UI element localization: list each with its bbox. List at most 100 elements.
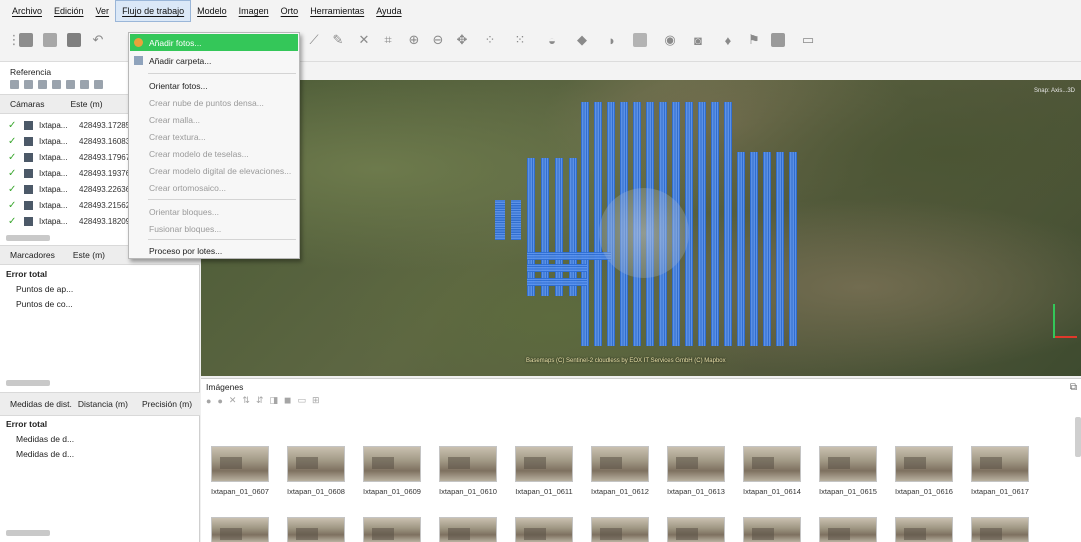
precision-column[interactable]: Precisión (m): [128, 399, 192, 409]
image-thumbnail[interactable]: [591, 517, 649, 542]
image-thumbnail[interactable]: [363, 517, 421, 542]
image-thumbnail[interactable]: [819, 446, 877, 482]
grid-icon[interactable]: ⊞: [312, 395, 320, 406]
settings-icon[interactable]: [94, 80, 103, 89]
points-view-icon[interactable]: ⁘: [482, 32, 498, 48]
image-thumbnail[interactable]: [895, 517, 953, 542]
undo-icon[interactable]: ↶: [90, 32, 106, 48]
menu-ayuda[interactable]: Ayuda: [370, 0, 407, 22]
menu-item-orientar-bloques[interactable]: Orientar bloques...: [130, 203, 298, 220]
optimize-icon[interactable]: [52, 80, 61, 89]
menu-item-proceso-por-lotes[interactable]: Proceso por lotes...: [130, 242, 298, 259]
image-thumbnail[interactable]: [515, 446, 573, 482]
restore-panel-icon[interactable]: ⧉: [1070, 382, 1077, 393]
images-scrollbar[interactable]: [1075, 417, 1081, 457]
menu-imagen[interactable]: Imagen: [233, 0, 275, 22]
check-icon[interactable]: ✓: [8, 168, 24, 179]
disable-icon[interactable]: ●: [217, 396, 222, 406]
image-thumbnail[interactable]: [667, 446, 725, 482]
distances-column[interactable]: Medidas de dist.: [0, 399, 72, 409]
cameras-scrollbar[interactable]: [6, 235, 50, 241]
image-thumbnail[interactable]: [819, 517, 877, 542]
image-thumbnail[interactable]: [363, 446, 421, 482]
menu-item-anadir-fotos[interactable]: Añadir fotos...: [130, 34, 298, 51]
model-view-icon[interactable]: ◒: [544, 32, 560, 48]
delete-icon[interactable]: ✕: [356, 32, 372, 48]
check-icon[interactable]: ✓: [8, 136, 24, 147]
image-thumbnail[interactable]: [211, 517, 269, 542]
check-icon[interactable]: ✓: [8, 152, 24, 163]
menu-flujo-de-trabajo[interactable]: Flujo de trabajo: [115, 0, 192, 22]
new-document-icon[interactable]: [18, 32, 34, 48]
globe-icon[interactable]: ◉: [662, 32, 678, 48]
sort-icon[interactable]: ⇅: [242, 395, 250, 406]
menu-archivo[interactable]: Archivo: [6, 0, 48, 22]
menu-herramientas[interactable]: Herramientas: [304, 0, 370, 22]
open-folder-icon[interactable]: [42, 32, 58, 48]
draw-tool-icon[interactable]: ✎: [330, 32, 346, 48]
layout-icon[interactable]: ▭: [298, 395, 307, 406]
grid-view-icon[interactable]: ⁙: [512, 32, 528, 48]
zoom-out-icon[interactable]: ⊖: [430, 32, 446, 48]
menu-orto[interactable]: Orto: [275, 0, 305, 22]
check-icon[interactable]: ✓: [8, 216, 24, 227]
menu-item-fusionar-bloques[interactable]: Fusionar bloques...: [130, 220, 298, 237]
menu-item-anadir-carpeta[interactable]: Añadir carpeta...: [130, 52, 298, 69]
cameras-column[interactable]: Cámaras: [0, 99, 44, 109]
menu-ver[interactable]: Ver: [90, 0, 116, 22]
mask-icon[interactable]: ◨: [270, 395, 279, 406]
list-item[interactable]: Medidas de d...: [16, 449, 74, 459]
shading-icon[interactable]: ◆: [574, 32, 590, 48]
este-column[interactable]: Este (m): [44, 99, 102, 109]
menu-item-crear-mde[interactable]: Crear modelo digital de elevaciones...: [130, 162, 298, 179]
save-icon[interactable]: [66, 32, 82, 48]
markers-scrollbar[interactable]: [6, 380, 50, 386]
menu-item-crear-textura[interactable]: Crear textura...: [130, 128, 298, 145]
region-bounding-volume[interactable]: [599, 188, 689, 278]
view-icon[interactable]: ◼: [284, 395, 291, 406]
menu-item-crear-teselas[interactable]: Crear modelo de teselas...: [130, 145, 298, 162]
check-icon[interactable]: ✓: [8, 200, 24, 211]
crop-icon[interactable]: ⌗: [380, 32, 396, 48]
star-icon[interactable]: [66, 80, 75, 89]
image-thumbnail[interactable]: [667, 517, 725, 542]
filter-icon[interactable]: ⇵: [256, 395, 264, 406]
menu-modelo[interactable]: Modelo: [191, 0, 233, 22]
image-thumbnail[interactable]: [591, 446, 649, 482]
tiles-icon[interactable]: [632, 32, 648, 48]
remove-icon[interactable]: ✕: [229, 395, 237, 406]
menu-item-orientar-fotos[interactable]: Orientar fotos...: [130, 77, 298, 94]
check-icon[interactable]: ✓: [8, 184, 24, 195]
list-item[interactable]: Puntos de co...: [16, 299, 73, 309]
image-thumbnail[interactable]: [515, 517, 573, 542]
select-tool-icon[interactable]: ⟋: [306, 32, 322, 48]
layers-icon[interactable]: [770, 32, 786, 48]
zoom-in-icon[interactable]: ⊕: [406, 32, 422, 48]
menu-item-crear-malla[interactable]: Crear malla...: [130, 111, 298, 128]
image-thumbnail[interactable]: [287, 446, 345, 482]
image-thumbnail[interactable]: [439, 446, 497, 482]
markers-column[interactable]: Marcadores: [0, 250, 55, 260]
image-thumbnail[interactable]: [743, 517, 801, 542]
list-item[interactable]: Medidas de d...: [16, 434, 74, 444]
este-column[interactable]: Este (m): [55, 250, 105, 260]
navigation-icon[interactable]: ✥: [454, 32, 470, 48]
texture-icon[interactable]: ◗: [604, 32, 620, 48]
menu-item-crear-nube-densa[interactable]: Crear nube de puntos densa...: [130, 94, 298, 111]
convert-icon[interactable]: [38, 80, 47, 89]
list-item[interactable]: Puntos de ap...: [16, 284, 73, 294]
model-view[interactable]: Basemaps (C) Sentinel-2 cloudless by EOX…: [201, 62, 1081, 376]
distances-scrollbar[interactable]: [6, 530, 50, 536]
import-icon[interactable]: [10, 80, 19, 89]
image-thumbnail[interactable]: [895, 446, 953, 482]
reset-icon[interactable]: [80, 80, 89, 89]
image-thumbnail[interactable]: [743, 446, 801, 482]
image-thumbnail[interactable]: [211, 446, 269, 482]
menu-edicion[interactable]: Edición: [48, 0, 90, 22]
menu-item-crear-ortomosaico[interactable]: Crear ortomosaico...: [130, 179, 298, 196]
enable-icon[interactable]: ●: [206, 396, 211, 406]
camera-icon[interactable]: ◙: [690, 32, 706, 48]
flag-icon[interactable]: ⚑: [746, 32, 762, 48]
image-thumbnail[interactable]: [971, 446, 1029, 482]
screenshot-icon[interactable]: ▭: [800, 32, 816, 48]
